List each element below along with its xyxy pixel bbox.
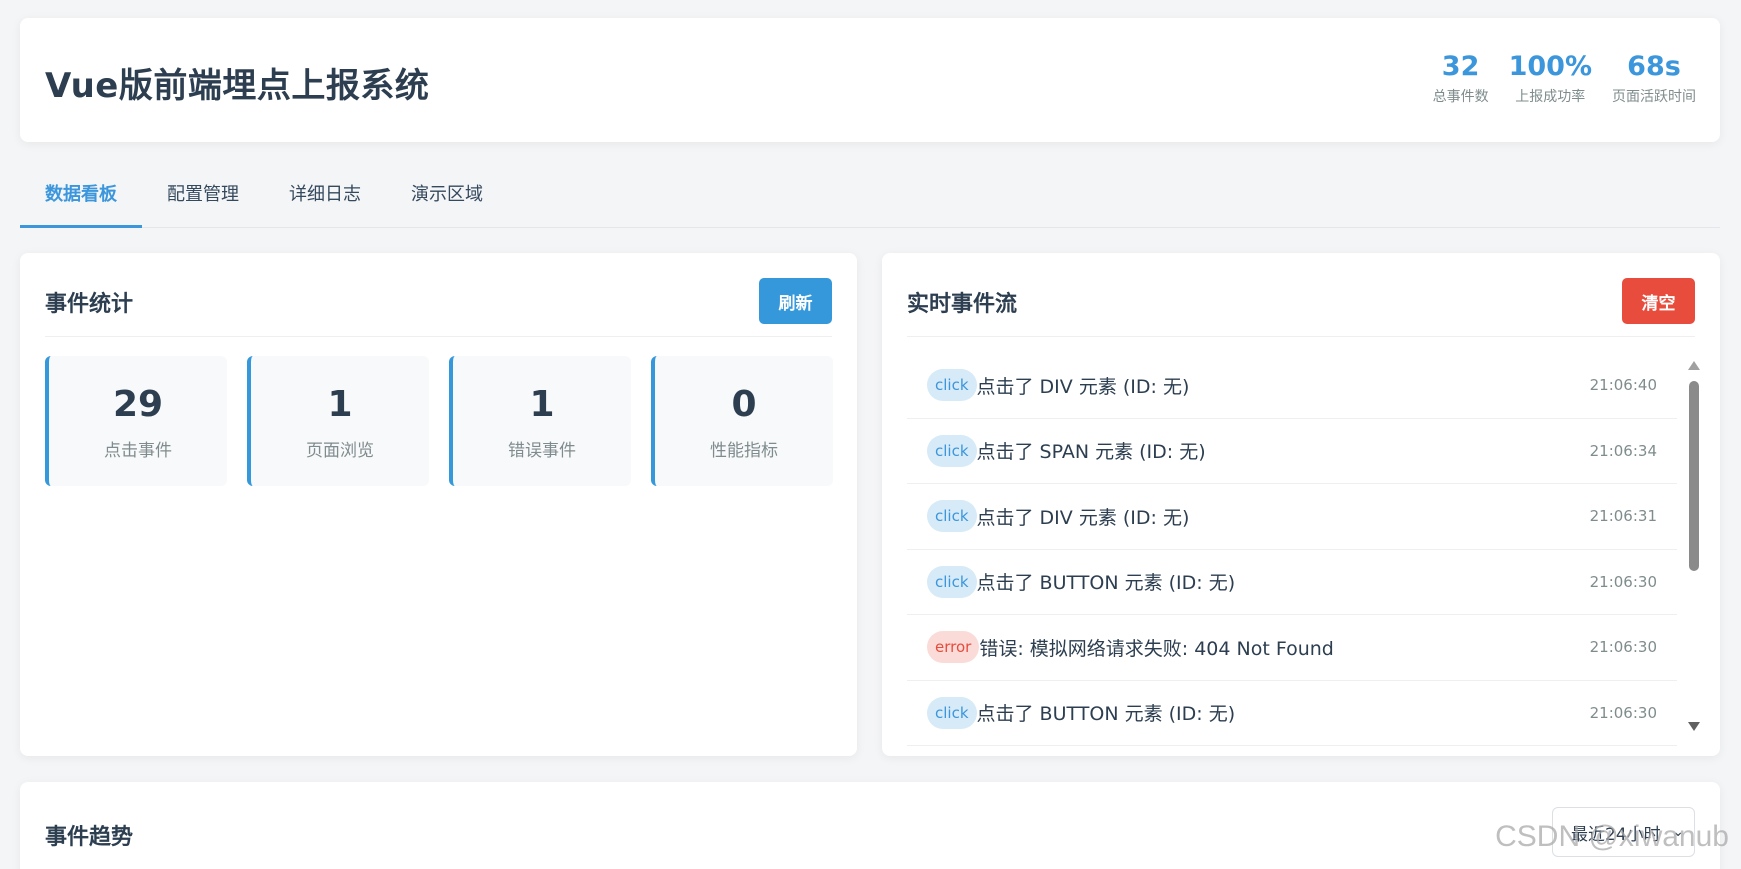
stat-label: 错误事件 xyxy=(508,441,576,461)
event-type-badge: error xyxy=(927,631,980,664)
header-stats: 32 总事件数 100% 上报成功率 68s 页面活跃时间 xyxy=(1413,50,1696,106)
header-stat-value: 100% xyxy=(1508,51,1592,82)
watermark: CSDN @xiwanub xyxy=(1495,820,1729,853)
scroll-down-arrow-icon[interactable] xyxy=(1688,722,1700,731)
stat-value: 1 xyxy=(529,384,555,425)
stat-label: 点击事件 xyxy=(104,441,172,461)
list-item: click 点击了 SPAN 元素 (ID: 无) 21:06:34 xyxy=(907,419,1677,484)
event-message: 点击了 BUTTON 元素 (ID: 无) xyxy=(976,703,1236,726)
stat-value: 29 xyxy=(112,384,164,425)
event-time: 21:06:34 xyxy=(1589,441,1657,460)
tab-bar: 数据看板 配置管理 详细日志 演示区域 xyxy=(20,170,1720,228)
stat-value: 1 xyxy=(327,384,353,425)
event-type-badge: click xyxy=(927,369,977,402)
event-type-badge: click xyxy=(927,696,977,729)
tab-dashboard[interactable]: 数据看板 xyxy=(20,170,142,228)
panel-title: 事件趋势 xyxy=(45,825,134,850)
list-item: error 错误: 模拟网络请求失败: 404 Not Found 21:06:… xyxy=(907,615,1677,681)
header-stat-success-rate: 100% 上报成功率 xyxy=(1509,50,1592,106)
panel-header: 实时事件流 清空 xyxy=(907,253,1695,337)
event-type-badge: click xyxy=(927,434,977,467)
list-item: click 点击了 DIV 元素 (ID: 无) 21:06:31 xyxy=(907,484,1677,550)
stat-card-performance: 0 性能指标 xyxy=(651,356,833,486)
event-stats-panel: 事件统计 刷新 29 点击事件 1 页面浏览 1 错误事件 0 性能指标 xyxy=(20,253,857,756)
event-trend-panel: 事件趋势 最近24小时 ⌄ xyxy=(20,782,1720,869)
event-type-badge: click xyxy=(927,565,977,598)
event-stream-list[interactable]: click 点击了 DIV 元素 (ID: 无) 21:06:40 click … xyxy=(907,353,1677,753)
tab-logs[interactable]: 详细日志 xyxy=(264,170,386,228)
stat-label: 性能指标 xyxy=(710,441,778,461)
event-message: 点击了 BUTTON 元素 (ID: 无) xyxy=(976,572,1236,595)
event-stream-panel: 实时事件流 清空 click 点击了 DIV 元素 (ID: 无) 21:06:… xyxy=(882,253,1720,756)
list-item: click 点击了 BUTTON 元素 (ID: 无) 21:06:30 xyxy=(907,681,1677,746)
stat-card-click: 29 点击事件 xyxy=(45,356,227,486)
refresh-button[interactable]: 刷新 xyxy=(759,278,832,324)
event-type-badge: click xyxy=(927,500,977,533)
tab-config[interactable]: 配置管理 xyxy=(142,170,264,228)
event-message: 点击了 DIV 元素 (ID: 无) xyxy=(976,506,1190,529)
event-message: 错误: 模拟网络请求失败: 404 Not Found xyxy=(979,637,1334,660)
header-stat-value: 68s xyxy=(1627,51,1681,82)
stat-label: 页面浏览 xyxy=(306,441,374,461)
stat-card-pageview: 1 页面浏览 xyxy=(247,356,429,486)
list-item: click 点击了 BUTTON 元素 (ID: 无) 21:06:30 xyxy=(907,550,1677,615)
header-stat-label: 上报成功率 xyxy=(1515,89,1586,105)
panel-header: 事件统计 刷新 xyxy=(45,253,832,337)
clear-button[interactable]: 清空 xyxy=(1622,278,1695,324)
event-time: 21:06:40 xyxy=(1589,376,1657,395)
scrollbar[interactable] xyxy=(1686,361,1702,731)
stat-value: 0 xyxy=(731,384,757,425)
scroll-thumb[interactable] xyxy=(1689,381,1699,571)
event-message: 点击了 DIV 元素 (ID: 无) xyxy=(976,375,1190,398)
stat-grid: 29 点击事件 1 页面浏览 1 错误事件 0 性能指标 xyxy=(45,356,833,486)
event-time: 21:06:30 xyxy=(1589,638,1657,657)
list-item: click 点击了 DIV 元素 (ID: 无) 21:06:40 xyxy=(907,353,1677,419)
header-card: Vue版前端埋点上报系统 32 总事件数 100% 上报成功率 68s 页面活跃… xyxy=(20,18,1720,142)
panel-title: 事件统计 xyxy=(45,292,134,317)
page: Vue版前端埋点上报系统 32 总事件数 100% 上报成功率 68s 页面活跃… xyxy=(0,0,1741,869)
scroll-up-arrow-icon[interactable] xyxy=(1688,361,1700,370)
header-stat-label: 总事件数 xyxy=(1432,89,1489,105)
event-time: 21:06:30 xyxy=(1589,703,1657,722)
header-stat-active-time: 68s 页面活跃时间 xyxy=(1612,50,1696,106)
panel-title: 实时事件流 xyxy=(907,292,1018,317)
app-title: Vue版前端埋点上报系统 xyxy=(45,66,430,106)
tab-demo[interactable]: 演示区域 xyxy=(386,170,508,228)
header-stat-label: 页面活跃时间 xyxy=(1612,89,1696,105)
event-time: 21:06:30 xyxy=(1589,572,1657,591)
header-stat-value: 32 xyxy=(1441,51,1480,82)
event-time: 21:06:31 xyxy=(1589,507,1657,526)
stat-card-error: 1 错误事件 xyxy=(449,356,631,486)
header-stat-total-events: 32 总事件数 xyxy=(1433,50,1489,106)
event-message: 点击了 SPAN 元素 (ID: 无) xyxy=(976,441,1206,464)
